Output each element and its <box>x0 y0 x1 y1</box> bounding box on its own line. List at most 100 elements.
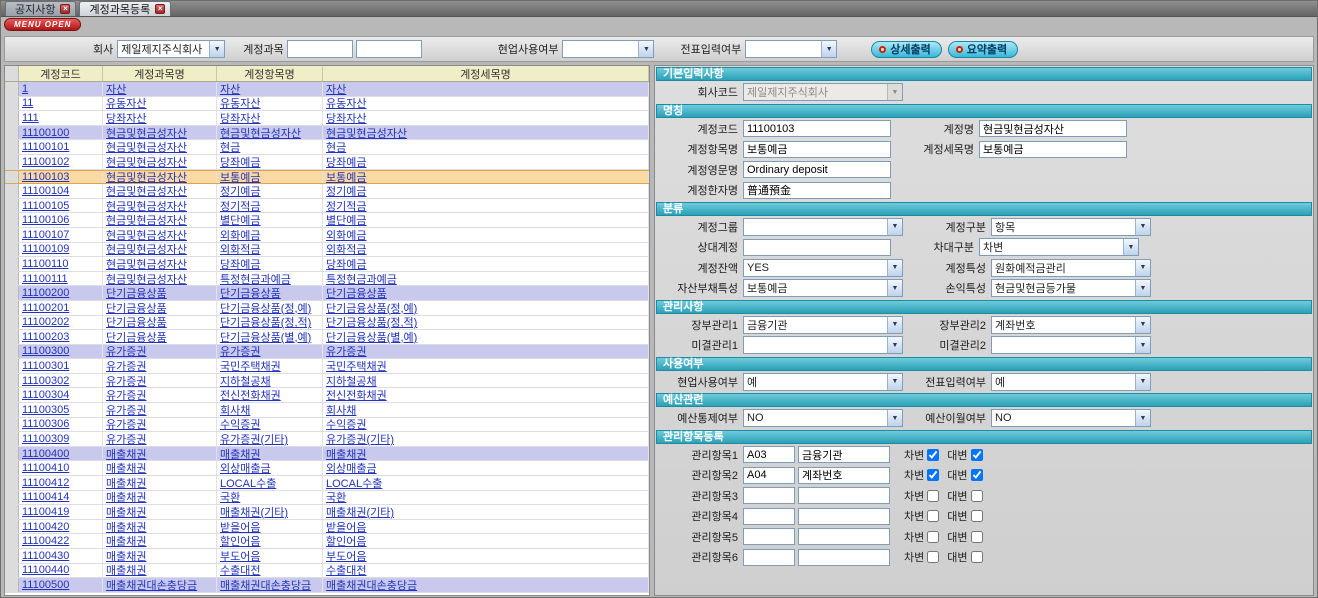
open-management-2-select[interactable]: ▼ <box>991 336 1151 354</box>
table-row[interactable]: 11100420매출채권받을어음받을어음 <box>5 520 649 535</box>
table-row[interactable]: 11100102현금및현금성자산당좌예금당좌예금 <box>5 155 649 170</box>
table-row[interactable]: 11100202단기금융상품단기금융상품(정,적)단기금융상품(정,적) <box>5 316 649 331</box>
table-row[interactable]: 11100410매출채권외상매출금외상매출금 <box>5 461 649 476</box>
table-row[interactable]: 11100100현금및현금성자산현금및현금성자산현금및현금성자산 <box>5 126 649 141</box>
management-item-6-name-input[interactable] <box>798 549 890 566</box>
company-select[interactable]: 제일제지주식회사 ▼ <box>117 40 225 58</box>
close-icon[interactable]: × <box>60 4 70 14</box>
table-row[interactable]: 11100440매출채권수출대전수출대전 <box>5 564 649 579</box>
column-header-3[interactable]: 계정세목명 <box>323 66 649 81</box>
counter-account-input[interactable] <box>743 239 891 256</box>
asset-liability-attribute-select[interactable]: 보통예금▼ <box>743 279 903 297</box>
field-use-select[interactable]: ▼ <box>562 40 654 58</box>
table-row[interactable]: 11100103현금및현금성자산보통예금보통예금 <box>5 170 649 185</box>
table-row[interactable]: 11100302유가증권지하철공채지하철공채 <box>5 374 649 389</box>
table-row[interactable]: 11100111현금및현금성자산특정현금과예금특정현금과예금 <box>5 272 649 287</box>
table-row[interactable]: 11100109현금및현금성자산외화적금외화적금 <box>5 243 649 258</box>
account-item-name-input[interactable] <box>743 141 891 158</box>
management-item-3-debit-checkbox[interactable] <box>927 490 939 502</box>
management-item-5-code-input[interactable] <box>743 528 795 545</box>
account-code-search-input[interactable] <box>287 40 353 58</box>
table-row[interactable]: 11100200단기금융상품단기금융상품단기금융상품 <box>5 286 649 301</box>
management-item-1-name-input[interactable] <box>798 446 890 463</box>
table-row[interactable]: 11100301유가증권국민주택채권국민주택채권 <box>5 359 649 374</box>
management-item-4-name-input[interactable] <box>798 508 890 525</box>
table-row[interactable]: 11100107현금및현금성자산외화예금외화예금 <box>5 228 649 243</box>
budget-control-yn-select[interactable]: NO▼ <box>743 409 903 427</box>
table-row[interactable]: 11100305유가증권회사채회사채 <box>5 403 649 418</box>
company-code-select[interactable]: 제일제지주식회사▼ <box>743 83 903 101</box>
table-row[interactable]: 1자산자산자산 <box>5 82 649 97</box>
management-item-6-credit-checkbox[interactable] <box>971 551 983 563</box>
table-row[interactable]: 11100306유가증권수익증권수익증권 <box>5 418 649 433</box>
management-item-2-code-input[interactable] <box>743 467 795 484</box>
table-row[interactable]: 11100430매출채권부도어음부도어음 <box>5 549 649 564</box>
management-item-1-debit-checkbox[interactable] <box>927 449 939 461</box>
management-item-2-credit-checkbox[interactable] <box>971 469 983 481</box>
table-row[interactable]: 11100201단기금융상품단기금융상품(정,예)단기금융상품(정,예) <box>5 301 649 316</box>
table-row[interactable]: 11100412매출채권LOCAL수출LOCAL수출 <box>5 476 649 491</box>
table-row[interactable]: 11100304유가증권전신전화채권전신전화채권 <box>5 388 649 403</box>
management-item-4-code-input[interactable] <box>743 508 795 525</box>
column-header-1[interactable]: 계정과목명 <box>103 66 217 81</box>
account-code-input[interactable] <box>743 120 891 137</box>
account-group-select[interactable]: ▼ <box>743 218 903 236</box>
management-item-6-debit-checkbox[interactable] <box>927 551 939 563</box>
table-row[interactable]: 11100400매출채권매출채권매출채권 <box>5 447 649 462</box>
table-row[interactable]: 11100419매출채권매출채권(기타)매출채권(기타) <box>5 505 649 520</box>
table-row[interactable]: 11100110현금및현금성자산당좌예금당좌예금 <box>5 257 649 272</box>
summary-print-button[interactable]: 요약출력 <box>948 41 1018 58</box>
account-name-input[interactable] <box>979 120 1127 137</box>
account-balance-select[interactable]: YES▼ <box>743 259 903 277</box>
table-row[interactable]: 111당좌자산당좌자산당좌자산 <box>5 111 649 126</box>
management-item-6-code-input[interactable] <box>743 549 795 566</box>
table-row[interactable]: 11100414매출채권국환국환 <box>5 491 649 506</box>
management-item-2-name-input[interactable] <box>798 467 890 484</box>
table-row[interactable]: 11100309유가증권유가증권(기타)유가증권(기타) <box>5 432 649 447</box>
column-header-2[interactable]: 계정항목명 <box>217 66 323 81</box>
account-attribute-select[interactable]: 원화예적금관리▼ <box>991 259 1151 277</box>
table-row[interactable]: 11100500매출채권대손충당금매출채권대손충당금매출채권대손충당금 <box>5 578 649 593</box>
management-item-1-code-input[interactable] <box>743 446 795 463</box>
management-item-4-debit-checkbox[interactable] <box>927 510 939 522</box>
table-row[interactable]: 11100101현금및현금성자산현금현금 <box>5 140 649 155</box>
budget-carryover-yn-select[interactable]: NO▼ <box>991 409 1151 427</box>
management-item-3-credit-checkbox[interactable] <box>971 490 983 502</box>
management-item-2-debit-checkbox[interactable] <box>927 469 939 481</box>
table-row[interactable]: 11100106현금및현금성자산별단예금별단예금 <box>5 213 649 228</box>
table-row[interactable]: 11유동자산유동자산유동자산 <box>5 97 649 112</box>
tab-notice[interactable]: 공지사항 × <box>5 1 76 16</box>
management-item-3-code-input[interactable] <box>743 487 795 504</box>
debit-credit-division-select[interactable]: 차변▼ <box>979 238 1139 256</box>
account-division-select[interactable]: 항목▼ <box>991 218 1151 236</box>
account-english-name-input[interactable] <box>743 161 891 178</box>
management-item-4-credit-checkbox[interactable] <box>971 510 983 522</box>
detail-print-button[interactable]: 상세출력 <box>871 41 941 58</box>
cell-code: 11100101 <box>19 140 103 154</box>
management-item-3-name-input[interactable] <box>798 487 890 504</box>
slip-input-yn-select[interactable]: 예▼ <box>991 373 1151 391</box>
cell-name: 유가증권 <box>103 374 217 388</box>
column-header-0[interactable]: 계정코드 <box>19 66 103 81</box>
tab-account-registration[interactable]: 계정과목등록 × <box>79 1 171 16</box>
management-item-5-debit-checkbox[interactable] <box>927 531 939 543</box>
table-row[interactable]: 11100104현금및현금성자산정기예금정기예금 <box>5 184 649 199</box>
management-item-5-name-input[interactable] <box>798 528 890 545</box>
slip-input-select[interactable]: ▼ <box>745 40 837 58</box>
management-item-1-credit-checkbox[interactable] <box>971 449 983 461</box>
ledger-management-1-select[interactable]: 금융기관▼ <box>743 316 903 334</box>
menu-open-button[interactable]: MENU OPEN <box>4 18 81 31</box>
close-icon[interactable]: × <box>155 4 165 14</box>
profit-loss-attribute-select[interactable]: 현금및현금등가물▼ <box>991 279 1151 297</box>
account-detail-name-input[interactable] <box>979 141 1127 158</box>
table-row[interactable]: 11100203단기금융상품단기금융상품(별,예)단기금융상품(별,예) <box>5 330 649 345</box>
management-item-5-credit-checkbox[interactable] <box>971 531 983 543</box>
table-row[interactable]: 11100300유가증권유가증권유가증권 <box>5 345 649 360</box>
table-row[interactable]: 11100422매출채권할인어음할인어음 <box>5 534 649 549</box>
account-hanja-name-input[interactable] <box>743 182 891 199</box>
account-name-search-input[interactable] <box>356 40 422 58</box>
ledger-management-2-select[interactable]: 계좌번호▼ <box>991 316 1151 334</box>
open-management-1-select[interactable]: ▼ <box>743 336 903 354</box>
field-use-yn-select[interactable]: 예▼ <box>743 373 903 391</box>
table-row[interactable]: 11100105현금및현금성자산정기적금정기적금 <box>5 199 649 214</box>
